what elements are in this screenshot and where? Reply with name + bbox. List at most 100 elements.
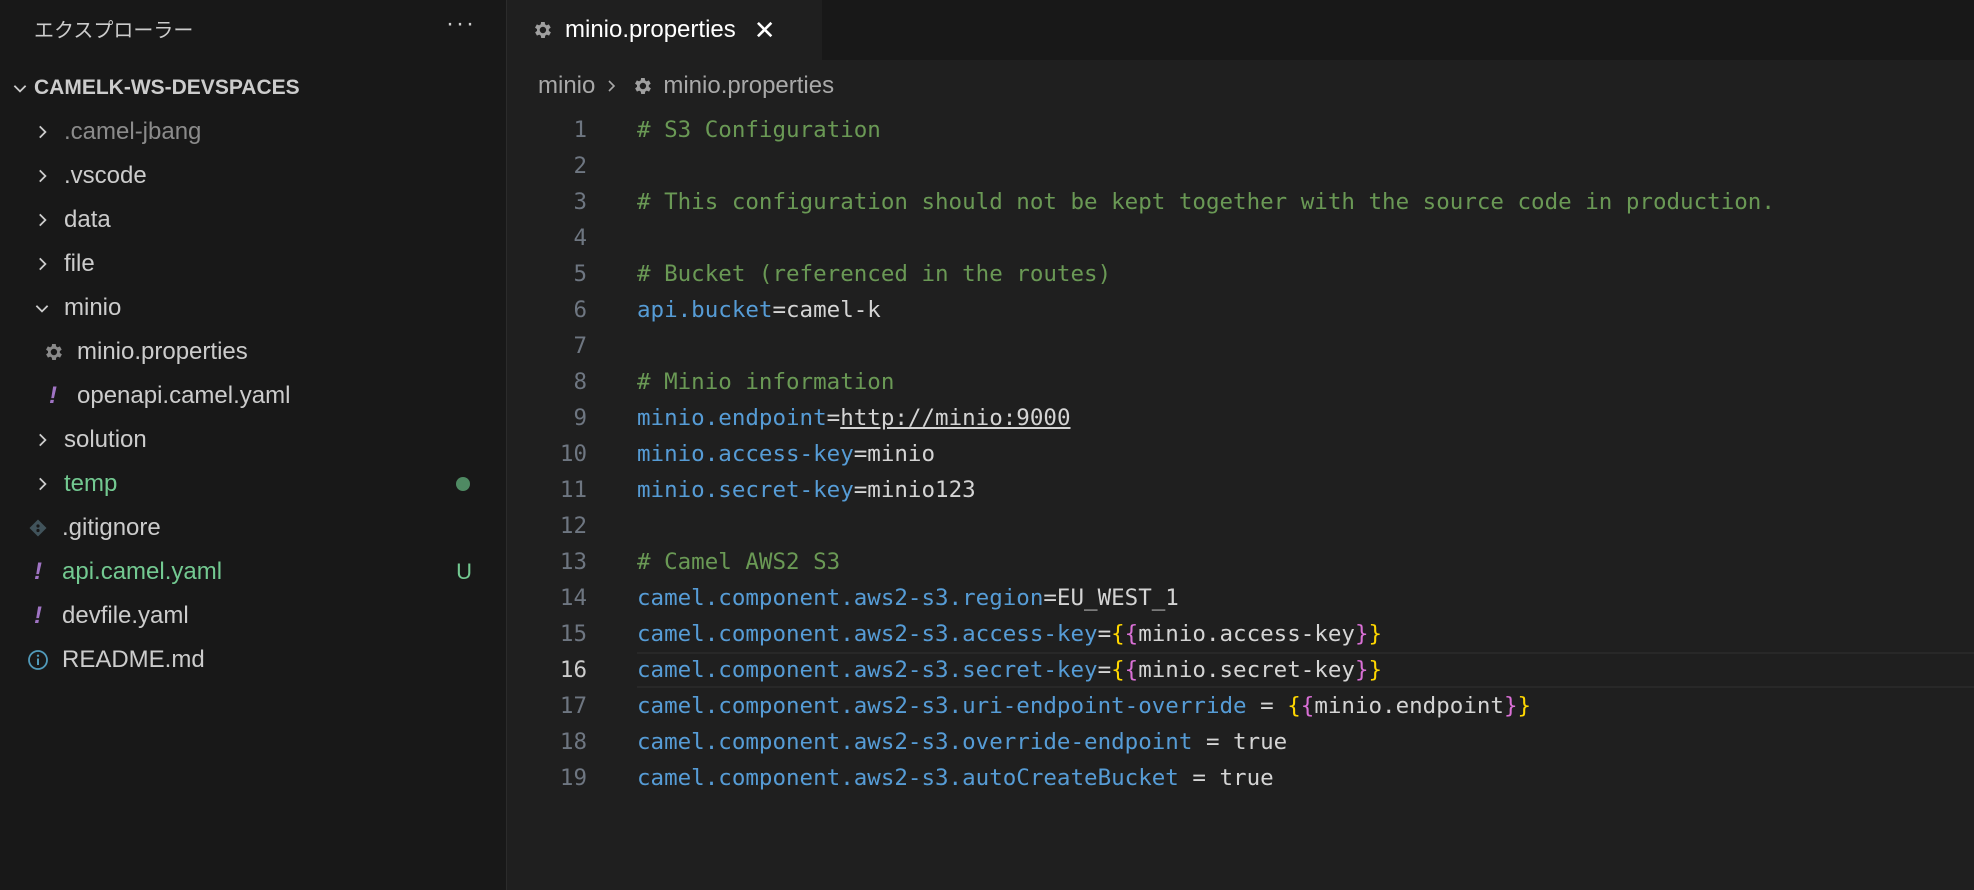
line-number: 18	[559, 729, 587, 755]
code-token: }	[1354, 657, 1369, 683]
line-text: minio.endpoint=http://minio:9000	[637, 405, 1071, 431]
chevron-right-icon	[603, 78, 619, 94]
code-token: # Bucket (referenced in the routes)	[637, 261, 1112, 287]
line-text: # Bucket (referenced in the routes)	[637, 261, 1111, 287]
info-icon	[24, 649, 52, 671]
code-token: minio.secret-key	[1138, 657, 1355, 683]
line-text: camel.component.aws2-s3.access-key={{min…	[637, 621, 1382, 647]
tree-folder-vscode[interactable]: .vscode	[0, 154, 506, 198]
tree-folder-data[interactable]: data	[0, 198, 506, 242]
code-line[interactable]: 7	[507, 328, 1974, 364]
code-token: =	[1097, 657, 1112, 683]
tree-folder-temp[interactable]: temp	[0, 462, 506, 506]
line-number: 14	[559, 585, 587, 611]
code-line[interactable]: 13 # Camel AWS2 S3	[507, 544, 1974, 580]
code-line[interactable]: 18 camel.component.aws2-s3.override-endpo…	[507, 724, 1974, 760]
code-token: camel.component.aws2-s3.secret-key	[637, 657, 1098, 683]
code-line[interactable]: 15 camel.component.aws2-s3.access-key={{m…	[507, 616, 1974, 652]
tree-item-label: api.camel.yaml	[62, 558, 223, 585]
tab-minio-properties[interactable]: minio.properties ✕	[507, 0, 822, 60]
tree-item-label: solution	[64, 426, 147, 453]
tree-file-minio-properties[interactable]: minio.properties	[0, 330, 506, 374]
code-token: = true	[1192, 729, 1288, 755]
tree-file-devfile-yaml[interactable]: ! devfile.yaml	[0, 594, 506, 638]
line-number: 17	[559, 693, 587, 719]
code-token: {	[1300, 693, 1315, 719]
code-token: =EU_WEST_1	[1043, 585, 1179, 611]
tree-item-label: README.md	[62, 646, 205, 673]
code-token: minio.endpoint	[637, 405, 827, 431]
code-line[interactable]: 17 camel.component.aws2-s3.uri-endpoint-o…	[507, 688, 1974, 724]
code-token: }	[1517, 693, 1532, 719]
tree-item-label: .vscode	[64, 162, 147, 189]
code-token: minio.secret-key	[637, 477, 854, 503]
explorer-header: エクスプローラー ···	[0, 0, 506, 56]
code-line[interactable]: 4	[507, 220, 1974, 256]
code-token: {	[1124, 657, 1139, 683]
editor-area: minio.properties ✕ minio minio.propertie…	[507, 0, 1974, 890]
workspace-root[interactable]: CAMELK-WS-DEVSPACES	[0, 66, 506, 110]
chevron-right-icon	[30, 428, 54, 452]
tree-folder-minio[interactable]: minio	[0, 286, 506, 330]
tab-label: minio.properties	[565, 16, 736, 43]
code-token: {	[1287, 693, 1301, 719]
breadcrumb-file[interactable]: minio.properties	[663, 72, 834, 100]
code-token: minio.access-key	[1138, 621, 1355, 647]
tree-item-label: minio	[64, 294, 122, 321]
tree-file-gitignore[interactable]: .gitignore	[0, 506, 506, 550]
yaml-exclamation-icon: !	[34, 558, 42, 585]
yaml-exclamation-icon: !	[34, 602, 42, 629]
tree-file-api-camel-yaml[interactable]: ! api.camel.yaml U	[0, 550, 506, 594]
line-number: 13	[559, 549, 587, 575]
line-number: 19	[559, 765, 587, 791]
line-text: camel.component.aws2-s3.uri-endpoint-ove…	[637, 693, 1531, 719]
tree-folder-camel-jbang[interactable]: .camel-jbang	[0, 110, 506, 154]
code-token: =	[826, 405, 841, 431]
tree-file-openapi-camel-yaml[interactable]: ! openapi.camel.yaml	[0, 374, 506, 418]
tree-item-label: devfile.yaml	[62, 602, 189, 629]
gear-icon	[531, 19, 553, 41]
code-token: http://minio:9000	[840, 405, 1071, 431]
code-token: }	[1503, 693, 1518, 719]
code-line[interactable]: 5 # Bucket (referenced in the routes)	[507, 256, 1974, 292]
tree-file-readme[interactable]: README.md	[0, 638, 506, 682]
line-text: camel.component.aws2-s3.region=EU_WEST_1	[637, 585, 1179, 611]
code-line[interactable]: 19 camel.component.aws2-s3.autoCreateBuck…	[507, 760, 1974, 796]
code-line[interactable]: 8 # Minio information	[507, 364, 1974, 400]
code-line[interactable]: 12	[507, 508, 1974, 544]
tab-bar: minio.properties ✕	[507, 0, 1974, 60]
code-editor[interactable]: 1 # S3 Configuration 2 3 # This configuratio…	[507, 112, 1974, 796]
code-line[interactable]: 1 # S3 Configuration	[507, 112, 1974, 148]
code-line[interactable]: 9 minio.endpoint=http://minio:9000	[507, 400, 1974, 436]
code-line[interactable]: 10 minio.access-key=minio	[507, 436, 1974, 472]
git-icon	[24, 518, 52, 538]
line-number: 9	[573, 405, 587, 431]
code-line[interactable]: 14 camel.component.aws2-s3.region=EU_WEST…	[507, 580, 1974, 616]
chevron-down-icon	[6, 76, 34, 100]
code-line[interactable]: 2	[507, 148, 1974, 184]
more-actions-icon[interactable]: ···	[446, 10, 476, 46]
line-number: 11	[559, 477, 587, 503]
code-token: minio.endpoint	[1314, 693, 1504, 719]
line-number: 16	[559, 657, 587, 683]
close-icon[interactable]: ✕	[754, 15, 776, 46]
code-token: }	[1368, 621, 1383, 647]
breadcrumb-folder[interactable]: minio	[538, 72, 595, 100]
line-text: # Camel AWS2 S3	[637, 549, 840, 575]
code-line[interactable]: 16 camel.component.aws2-s3.secret-key={{m…	[507, 652, 1974, 688]
tree-item-label: temp	[64, 470, 118, 497]
tree-item-label: .camel-jbang	[64, 118, 202, 145]
tree-folder-file[interactable]: file	[0, 242, 506, 286]
code-token: =minio123	[853, 477, 976, 503]
tree-folder-solution[interactable]: solution	[0, 418, 506, 462]
code-line[interactable]: 11 minio.secret-key=minio123	[507, 472, 1974, 508]
chevron-right-icon	[30, 252, 54, 276]
line-text: api.bucket=camel-k	[637, 297, 881, 323]
line-text: # Minio information	[637, 369, 894, 395]
code-line[interactable]: 3 # This configuration should not be kept…	[507, 184, 1974, 220]
code-token: camel.component.aws2-s3.access-key	[637, 621, 1098, 647]
line-number: 1	[573, 117, 587, 143]
code-token: camel.component.aws2-s3.region	[637, 585, 1044, 611]
explorer-title: エクスプローラー	[34, 19, 194, 42]
code-line[interactable]: 6 api.bucket=camel-k	[507, 292, 1974, 328]
